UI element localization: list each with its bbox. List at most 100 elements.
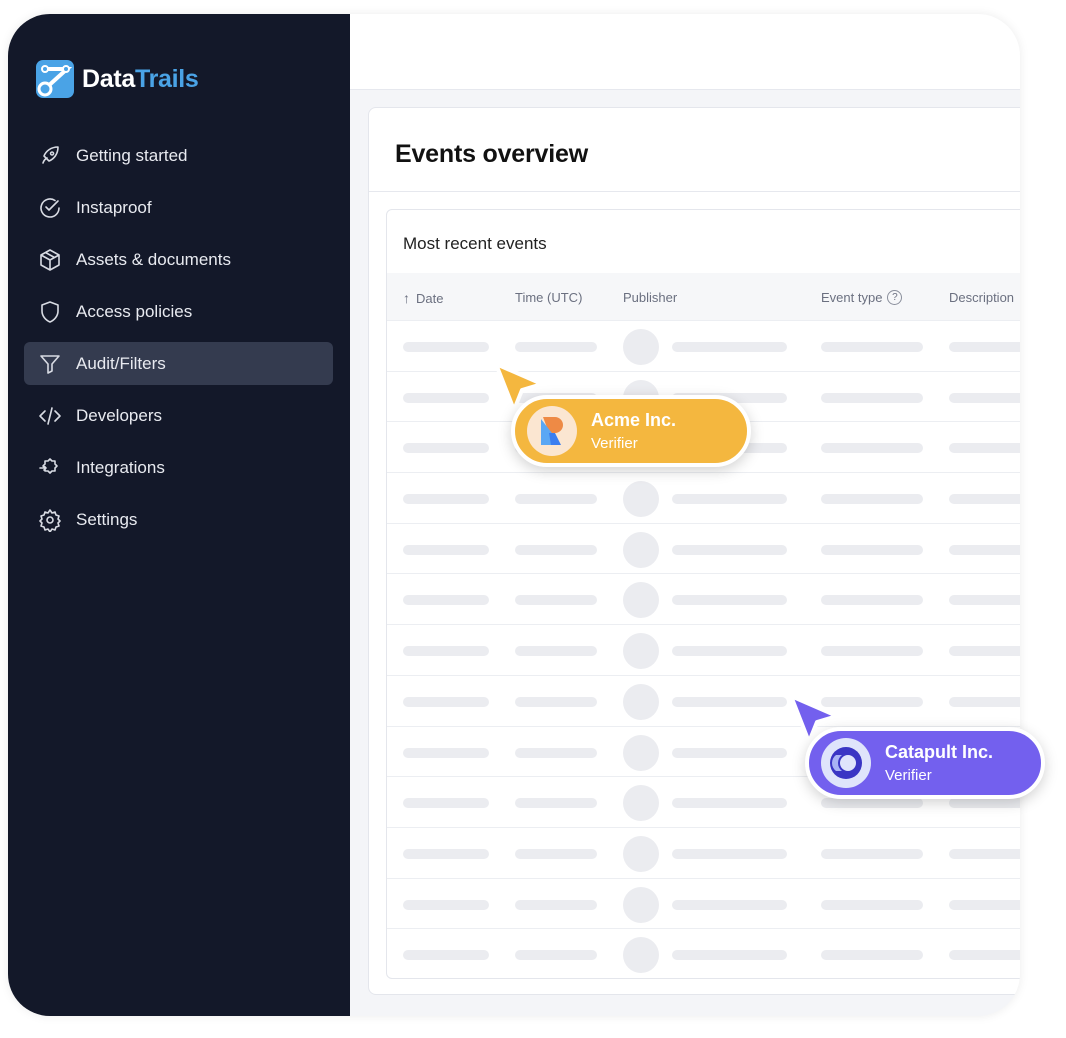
badge-role: Verifier xyxy=(591,435,638,452)
skeleton-cell xyxy=(949,646,1020,657)
sidebar-item-integrations[interactable]: Integrations xyxy=(24,446,333,489)
sidebar-item-developers[interactable]: Developers xyxy=(24,394,333,437)
table-row[interactable] xyxy=(387,929,1020,978)
skeleton-cell xyxy=(949,848,1020,859)
events-table: Most recent events ↑ Date Time (UTC) Pub… xyxy=(386,209,1020,979)
badge-name: Acme Inc. xyxy=(591,410,677,430)
skeleton-cell xyxy=(515,595,597,606)
skeleton-cell xyxy=(515,342,597,352)
skeleton-cell xyxy=(403,848,489,859)
skeleton-cell xyxy=(403,392,489,403)
skeleton-cell xyxy=(515,544,597,555)
catapult-verifier-badge: Catapult Inc. Verifier xyxy=(805,727,1045,799)
events-overview-card: Events overview Most recent events ↑ Dat… xyxy=(368,107,1020,995)
sidebar-item-label: Settings xyxy=(76,509,138,529)
avatar-placeholder xyxy=(623,835,659,872)
logo[interactable]: DataTrails xyxy=(34,58,199,100)
check-circle-icon xyxy=(40,197,60,218)
skeleton-cell xyxy=(403,595,489,606)
skeleton-cell xyxy=(403,899,489,910)
top-bar xyxy=(350,14,1020,90)
column-header-event-type[interactable]: Event type ? xyxy=(821,290,903,305)
skeleton-cell xyxy=(949,950,1020,961)
skeleton-cell xyxy=(403,544,489,555)
skeleton-cell xyxy=(949,342,1020,352)
avatar-placeholder xyxy=(623,582,659,619)
skeleton-cell xyxy=(821,494,923,505)
acme-verifier-badge: Acme Inc. Verifier xyxy=(511,395,751,467)
skeleton-cell xyxy=(949,392,1020,403)
skeleton-cell xyxy=(515,646,597,657)
table-row[interactable] xyxy=(387,879,1020,930)
sidebar-item-label: Audit/Filters xyxy=(76,353,166,373)
sidebar-item-label: Assets & documents xyxy=(76,249,231,269)
skeleton-cell xyxy=(821,950,923,961)
help-icon[interactable]: ? xyxy=(887,290,903,305)
sidebar-item-settings[interactable]: Settings xyxy=(24,498,333,541)
filter-icon xyxy=(40,354,60,374)
divider xyxy=(369,191,1020,192)
skeleton-cell xyxy=(821,848,923,859)
rocket-icon xyxy=(42,145,59,164)
skeleton-cell xyxy=(403,950,489,961)
skeleton-cell xyxy=(515,798,597,809)
skeleton-cell xyxy=(403,646,489,657)
table-row[interactable] xyxy=(387,574,1020,626)
avatar-placeholder xyxy=(623,531,659,568)
skeleton-cell xyxy=(515,696,597,707)
skeleton-cell xyxy=(515,899,597,910)
sidebar-item-label: Getting started xyxy=(76,145,188,165)
badge-name: Catapult Inc. xyxy=(885,742,994,762)
skeleton-cell xyxy=(403,342,489,352)
table-row[interactable] xyxy=(387,321,1020,372)
skeleton-cell xyxy=(403,747,489,758)
table-row[interactable] xyxy=(387,676,1020,727)
code-icon xyxy=(39,406,61,425)
skeleton-cell xyxy=(403,798,489,809)
column-header-description[interactable]: Description xyxy=(949,290,1014,305)
shield-icon xyxy=(41,300,59,323)
avatar-placeholder xyxy=(623,633,659,670)
skeleton-cell xyxy=(949,443,1020,454)
sidebar-item-audit-filters[interactable]: Audit/Filters xyxy=(24,342,333,385)
avatar-placeholder xyxy=(623,886,659,923)
sidebar-item-label: Instaproof xyxy=(76,197,152,217)
skeleton-cell xyxy=(949,494,1020,505)
avatar-placeholder xyxy=(623,937,659,974)
skeleton-cell xyxy=(403,443,489,454)
sidebar-item-assets-documents[interactable]: Assets & documents xyxy=(24,238,333,281)
table-title: Most recent events xyxy=(403,234,547,253)
table-row[interactable] xyxy=(387,524,1020,575)
skeleton-cell xyxy=(672,494,787,505)
table-row[interactable] xyxy=(387,828,1020,879)
skeleton-cell xyxy=(949,696,1020,707)
app-window: DataTrails Getting started Instaproof As… xyxy=(8,14,1020,1016)
datatrails-logo-icon xyxy=(36,60,74,98)
skeleton-cell xyxy=(821,798,923,809)
column-header-date[interactable]: ↑ Date xyxy=(403,290,443,306)
sidebar-item-instaproof[interactable]: Instaproof xyxy=(24,186,333,229)
column-header-publisher[interactable]: Publisher xyxy=(623,290,677,305)
skeleton-cell xyxy=(821,342,923,352)
avatar-placeholder xyxy=(623,683,659,720)
skeleton-cell xyxy=(821,899,923,910)
box-icon xyxy=(40,248,60,271)
avatar-placeholder xyxy=(623,734,659,771)
integrations-icon xyxy=(39,457,58,474)
skeleton-cell xyxy=(672,899,787,910)
skeleton-cell xyxy=(515,848,597,859)
sidebar-item-access-policies[interactable]: Access policies xyxy=(24,290,333,333)
skeleton-cell xyxy=(672,747,787,758)
skeleton-cell xyxy=(949,595,1020,606)
skeleton-cell xyxy=(821,392,923,403)
skeleton-cell xyxy=(515,950,597,961)
badge-role: Verifier xyxy=(885,767,932,784)
catapult-logo-icon xyxy=(821,738,871,788)
avatar-placeholder xyxy=(623,481,659,518)
table-row[interactable] xyxy=(387,625,1020,676)
table-row[interactable] xyxy=(387,473,1020,524)
sidebar-item-getting-started[interactable]: Getting started xyxy=(24,134,333,177)
skeleton-cell xyxy=(821,646,923,657)
column-header-time[interactable]: Time (UTC) xyxy=(515,290,582,305)
skeleton-cell xyxy=(403,696,489,707)
